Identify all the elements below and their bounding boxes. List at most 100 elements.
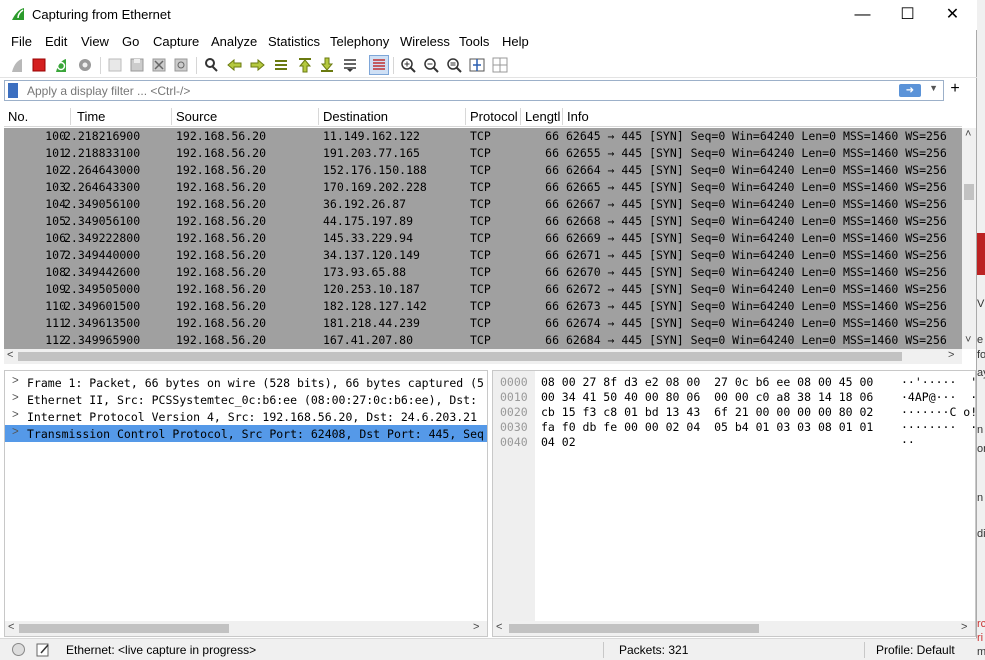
normal-size-icon[interactable] bbox=[445, 56, 463, 74]
find-packet-icon[interactable] bbox=[202, 56, 220, 74]
ascii-bytes[interactable]: ········ ·· bbox=[901, 420, 975, 434]
capture-options-icon[interactable] bbox=[76, 56, 94, 74]
zoom-out-icon[interactable] bbox=[422, 56, 440, 74]
hex-bytes[interactable]: fa f0 db fe 00 00 02 04 05 b4 01 03 03 0… bbox=[541, 420, 873, 434]
tree-item-frame[interactable]: ˃ Frame 1: Packet, 66 bytes on wire (528 … bbox=[5, 374, 487, 391]
packet-list-vertical-scrollbar[interactable]: ˄ ˅ bbox=[962, 128, 976, 349]
tree-item-ipv4[interactable]: ˃ Internet Protocol Version 4, Src: 192.1… bbox=[5, 408, 487, 425]
go-last-packet-icon[interactable] bbox=[318, 56, 336, 74]
go-to-packet-icon[interactable] bbox=[272, 56, 290, 74]
column-divider[interactable] bbox=[562, 108, 563, 125]
scroll-left-icon[interactable]: ˂ bbox=[8, 621, 14, 633]
scroll-up-icon[interactable]: ˄ bbox=[965, 128, 971, 140]
display-filter-input[interactable]: Apply a display filter ... <Ctrl-/> bbox=[27, 84, 190, 98]
bytes-row[interactable]: 0030 fa f0 db fe 00 00 02 04 05 b4 01 03 … bbox=[493, 420, 975, 435]
packet-row[interactable]: 106 2.349222800 192.168.56.20 145.33.229.94… bbox=[4, 230, 962, 247]
close-file-icon[interactable] bbox=[150, 56, 168, 74]
ascii-bytes[interactable]: ·4AP@··· ·· bbox=[901, 390, 975, 404]
column-header-protocol[interactable]: Protocol bbox=[470, 109, 518, 124]
column-header-destination[interactable]: Destination bbox=[323, 109, 388, 124]
column-divider[interactable] bbox=[171, 108, 172, 125]
packet-row[interactable]: 104 2.349056100 192.168.56.20 36.192.26.87 T… bbox=[4, 196, 962, 213]
auto-scroll-icon[interactable] bbox=[341, 56, 359, 74]
minimize-icon[interactable]: — bbox=[840, 0, 885, 30]
menu-tools[interactable]: Tools bbox=[459, 34, 489, 49]
menu-file[interactable]: File bbox=[11, 34, 32, 49]
scrollbar-thumb[interactable] bbox=[509, 624, 759, 633]
bookmark-icon[interactable] bbox=[8, 83, 18, 98]
column-header-source[interactable]: Source bbox=[176, 109, 217, 124]
scroll-right-icon[interactable]: ˃ bbox=[961, 621, 967, 633]
column-divider[interactable] bbox=[318, 108, 319, 125]
packet-row[interactable]: 103 2.264643300 192.168.56.20 170.169.202.2… bbox=[4, 179, 962, 196]
chevron-right-icon[interactable]: ˃ bbox=[12, 426, 19, 438]
restart-capture-icon[interactable] bbox=[52, 56, 70, 74]
hex-bytes[interactable]: 00 34 41 50 40 00 80 06 00 00 c0 a8 38 1… bbox=[541, 390, 873, 404]
bytes-row[interactable]: 0020 cb 15 f3 c8 01 bd 13 43 6f 21 00 00 … bbox=[493, 405, 975, 420]
maximize-icon[interactable]: ☐ bbox=[885, 0, 930, 30]
stop-capture-icon[interactable] bbox=[30, 56, 48, 74]
packet-row[interactable]: 109 2.349505000 192.168.56.20 120.253.10.18… bbox=[4, 281, 962, 298]
layout-icon[interactable] bbox=[491, 56, 509, 74]
menu-view[interactable]: View bbox=[81, 34, 109, 49]
packet-row[interactable]: 101 2.218833100 192.168.56.20 191.203.77.16… bbox=[4, 145, 962, 162]
column-header-info[interactable]: Info bbox=[567, 109, 589, 124]
packet-row[interactable]: 100 2.218216900 192.168.56.20 11.149.162.12… bbox=[4, 128, 962, 145]
scroll-right-icon[interactable]: ˃ bbox=[473, 621, 479, 633]
hex-bytes[interactable]: 08 00 27 8f d3 e2 08 00 27 0c b6 ee 08 0… bbox=[541, 375, 873, 389]
colorize-icon[interactable] bbox=[369, 55, 389, 75]
column-header-time[interactable]: Time bbox=[77, 109, 105, 124]
menu-statistics[interactable]: Statistics bbox=[268, 34, 320, 49]
menu-go[interactable]: Go bbox=[122, 34, 139, 49]
scroll-left-icon[interactable]: ˂ bbox=[496, 621, 502, 633]
packet-row[interactable]: 110 2.349601500 192.168.56.20 182.128.127.1… bbox=[4, 298, 962, 315]
tree-item-ethernet[interactable]: ˃ Ethernet II, Src: PCSSystemtec_0c:b6:ee… bbox=[5, 391, 487, 408]
column-header-length[interactable]: Lengtl bbox=[525, 109, 560, 124]
bytes-horizontal-scrollbar[interactable]: ˂ ˃ bbox=[493, 621, 975, 636]
column-divider[interactable] bbox=[465, 108, 466, 125]
bytes-row[interactable]: 0040 04 02 ·· bbox=[493, 435, 975, 450]
ascii-bytes[interactable]: ·· bbox=[901, 435, 915, 449]
open-file-icon[interactable] bbox=[106, 56, 124, 74]
packet-row[interactable]: 102 2.264643000 192.168.56.20 152.176.150.1… bbox=[4, 162, 962, 179]
packet-row[interactable]: 111 2.349613500 192.168.56.20 181.218.44.23… bbox=[4, 315, 962, 332]
menu-help[interactable]: Help bbox=[502, 34, 529, 49]
go-back-icon[interactable] bbox=[226, 56, 244, 74]
save-file-icon[interactable] bbox=[128, 56, 146, 74]
scrollbar-thumb[interactable] bbox=[964, 184, 974, 200]
menu-wireless[interactable]: Wireless bbox=[400, 34, 450, 49]
display-filter-bar[interactable]: Apply a display filter ... <Ctrl-/> ➜ ▼ bbox=[4, 80, 944, 101]
ascii-bytes[interactable]: ·······C o! bbox=[901, 405, 975, 419]
packet-list-horizontal-scrollbar[interactable]: ˂ ˃ bbox=[4, 349, 962, 364]
bytes-row[interactable]: 0010 00 34 41 50 40 00 80 06 00 00 c0 a8 … bbox=[493, 390, 975, 405]
chevron-right-icon[interactable]: ˃ bbox=[12, 392, 19, 404]
column-divider[interactable] bbox=[520, 108, 521, 125]
packet-row[interactable]: 108 2.349442600 192.168.56.20 173.93.65.88 T… bbox=[4, 264, 962, 281]
column-divider[interactable] bbox=[70, 108, 71, 125]
go-forward-icon[interactable] bbox=[248, 56, 266, 74]
tree-item-tcp[interactable]: ˃ Transmission Control Protocol, Src Port… bbox=[5, 425, 487, 442]
profile-label[interactable]: Profile: Default bbox=[876, 643, 955, 657]
close-icon[interactable]: ✕ bbox=[930, 0, 975, 30]
chevron-right-icon[interactable]: ˃ bbox=[12, 375, 19, 387]
scrollbar-thumb[interactable] bbox=[18, 352, 902, 361]
apply-filter-arrow-icon[interactable]: ➜ bbox=[899, 84, 921, 97]
chevron-down-icon[interactable]: ▼ bbox=[929, 83, 938, 93]
scroll-right-icon[interactable]: ˃ bbox=[948, 349, 954, 361]
scroll-left-icon[interactable]: ˂ bbox=[7, 349, 13, 361]
chevron-right-icon[interactable]: ˃ bbox=[12, 409, 19, 421]
menu-telephony[interactable]: Telephony bbox=[330, 34, 389, 49]
packet-row[interactable]: 107 2.349440000 192.168.56.20 34.137.120.14… bbox=[4, 247, 962, 264]
menu-analyze[interactable]: Analyze bbox=[211, 34, 257, 49]
ascii-bytes[interactable]: ··'····· '· bbox=[901, 375, 975, 389]
menu-edit[interactable]: Edit bbox=[45, 34, 67, 49]
packet-row[interactable]: 105 2.349056100 192.168.56.20 44.175.197.89… bbox=[4, 213, 962, 230]
scrollbar-thumb[interactable] bbox=[19, 624, 229, 633]
details-horizontal-scrollbar[interactable]: ˂ ˃ bbox=[5, 621, 487, 636]
start-capture-icon[interactable] bbox=[8, 56, 26, 74]
resize-columns-icon[interactable] bbox=[468, 56, 486, 74]
zoom-in-icon[interactable] bbox=[399, 56, 417, 74]
go-first-packet-icon[interactable] bbox=[296, 56, 314, 74]
column-header-no[interactable]: No. bbox=[8, 109, 28, 124]
add-filter-button[interactable]: + bbox=[948, 80, 962, 98]
